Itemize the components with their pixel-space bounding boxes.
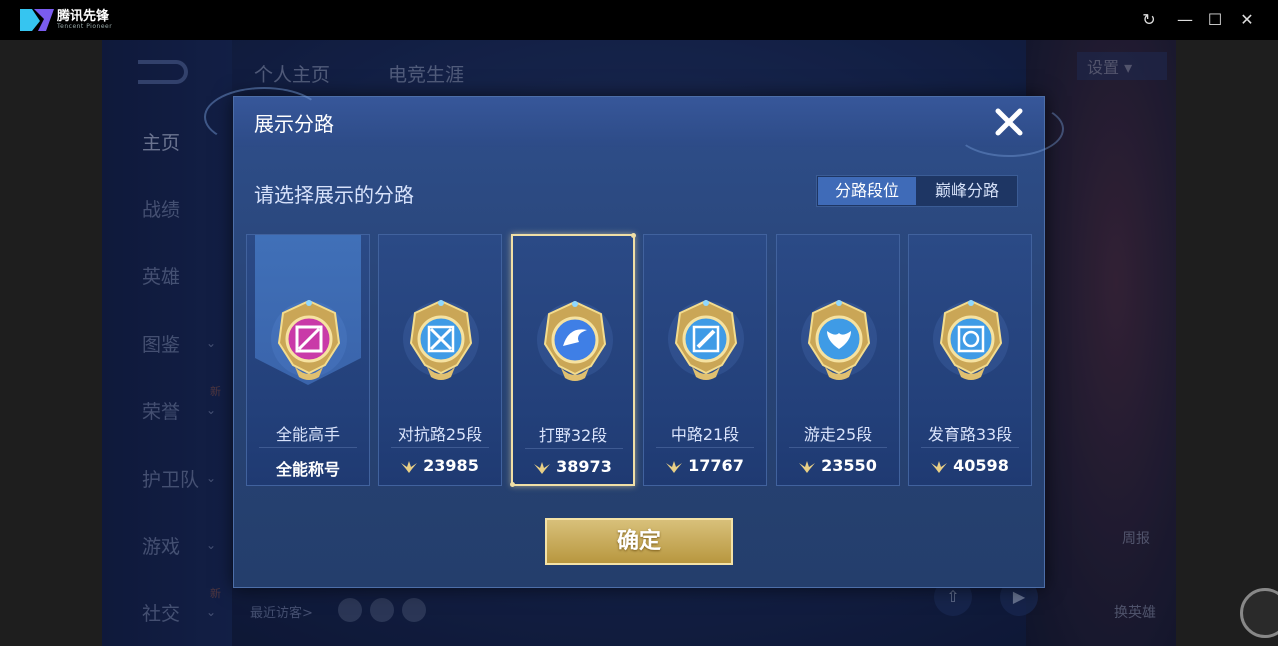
- lane-card[interactable]: 中路21段 17767: [643, 234, 767, 486]
- lane-score-value: 38973: [556, 457, 612, 476]
- dialog-title: 展示分路: [254, 112, 334, 136]
- lane-score-value: 23550: [821, 456, 877, 475]
- lane-score: 40598: [909, 456, 1031, 475]
- lane-card[interactable]: 发育路33段 40598: [908, 234, 1032, 486]
- close-window-icon[interactable]: ✕: [1236, 9, 1258, 31]
- lane-rank-label: 对抗路25段: [397, 425, 483, 444]
- lane-score: 23985: [379, 456, 501, 475]
- card-divider: [391, 447, 489, 448]
- lane-type-toggle: 分路段位 巅峰分路: [816, 175, 1018, 207]
- right-gutter: [1176, 40, 1278, 646]
- dialog-subtitle: 请选择展示的分路: [254, 183, 414, 207]
- lane-score: 23550: [777, 456, 899, 475]
- mid-lane-icon: [666, 293, 746, 389]
- lane-score: 38973: [513, 457, 633, 476]
- maximize-icon[interactable]: ☐: [1204, 9, 1226, 31]
- combat-power-icon: [666, 460, 683, 473]
- app-subtitle: Tencent Pioneer: [57, 23, 113, 30]
- jungle-icon: [535, 294, 615, 390]
- refresh-icon[interactable]: ↻: [1138, 9, 1160, 31]
- lane-rank-label: 游走25段: [803, 425, 873, 444]
- lane-score: 17767: [644, 456, 766, 475]
- emulator-titlebar: 腾讯先锋 Tencent Pioneer ↻ — ☐ ✕: [0, 0, 1278, 40]
- card-divider: [259, 447, 357, 448]
- confirm-button[interactable]: 确定: [545, 518, 733, 565]
- lane-card[interactable]: 打野32段 38973: [510, 233, 636, 487]
- selection-corner-dot: [510, 482, 515, 487]
- segment-lane-rank[interactable]: 分路段位: [818, 177, 916, 205]
- combat-power-icon: [401, 460, 418, 473]
- lane-rank-label: 中路21段: [670, 425, 740, 444]
- card-divider: [921, 447, 1019, 448]
- dialog-header: 展示分路: [204, 87, 1064, 157]
- all-round-icon: [269, 293, 349, 389]
- lane-score-value: 全能称号: [275, 460, 340, 479]
- close-icon[interactable]: [992, 105, 1026, 139]
- app-name: 腾讯先锋: [57, 9, 110, 24]
- left-gutter: [0, 40, 102, 646]
- lane-card[interactable]: 对抗路25段 23985: [378, 234, 502, 486]
- lane-rank-label: 发育路33段: [927, 425, 1013, 444]
- lane-display-dialog: 展示分路 请选择展示的分路 分路段位 巅峰分路 全能高手 全能称号 对抗路25段 23…: [204, 87, 1064, 588]
- lane-score-value: 23985: [423, 456, 479, 475]
- lane-score-value: 17767: [688, 456, 744, 475]
- clash-lane-icon: [401, 293, 481, 389]
- lane-score: 全能称号: [247, 456, 369, 480]
- minimize-icon[interactable]: —: [1174, 9, 1196, 31]
- lane-rank-label: 全能高手: [275, 425, 340, 444]
- segment-peak-lane[interactable]: 巅峰分路: [918, 177, 1016, 205]
- lane-score-value: 40598: [953, 456, 1009, 475]
- combat-power-icon: [799, 460, 816, 473]
- app-logo-icon: [20, 9, 54, 31]
- lane-rank-label: 打野32段: [538, 426, 608, 445]
- farm-lane-icon: [931, 293, 1011, 389]
- selection-corner-dot: [631, 233, 636, 238]
- lane-card[interactable]: 游走25段 23550: [776, 234, 900, 486]
- card-divider: [525, 448, 623, 449]
- combat-power-icon: [534, 461, 551, 474]
- card-divider: [789, 447, 887, 448]
- roam-icon: [799, 293, 879, 389]
- lane-card[interactable]: 全能高手 全能称号: [246, 234, 370, 486]
- card-divider: [656, 447, 754, 448]
- combat-power-icon: [931, 460, 948, 473]
